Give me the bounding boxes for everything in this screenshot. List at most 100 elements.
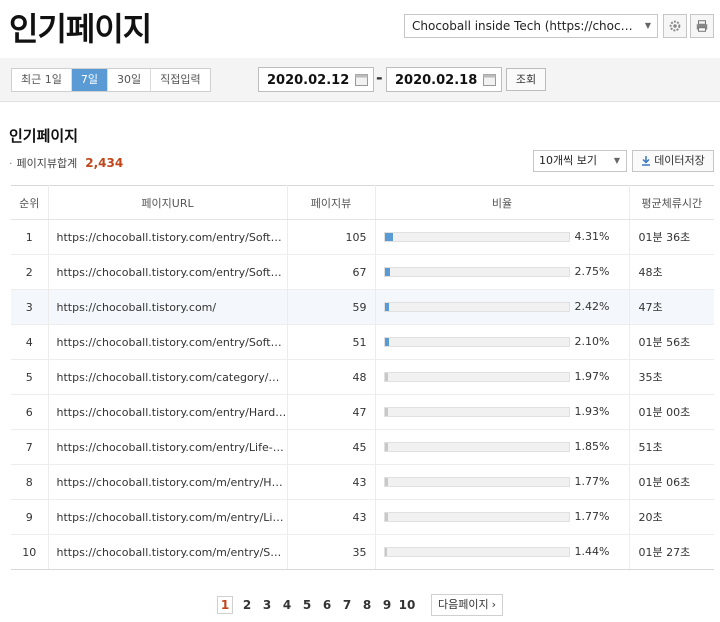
cell-url[interactable]: https://chocoball.tistory.com/m/entry/Ha… — [48, 464, 288, 500]
cell-url[interactable]: https://chocoball.tistory.com/entry/Hard… — [48, 394, 288, 430]
page-number-9[interactable]: 9 — [377, 598, 397, 612]
cell-ratio: 2.10% — [375, 324, 630, 360]
date-separator: - — [376, 68, 383, 87]
cell-avg-time: 47초 — [629, 289, 714, 325]
ratio-bar-wrap: 1.77% — [376, 500, 629, 534]
cell-views: 45 — [287, 429, 376, 465]
header: 인기페이지 Chocoball inside Tech (https://cho… — [0, 0, 720, 56]
print-button[interactable] — [690, 14, 714, 38]
cell-ratio: 1.44% — [375, 534, 630, 570]
ratio-bar-track — [383, 267, 570, 277]
cell-ratio: 1.77% — [375, 499, 630, 535]
next-page-button[interactable]: 다음페이지 › — [431, 594, 504, 616]
blog-select[interactable]: Chocoball inside Tech (https://chocoball… — [404, 14, 658, 38]
cell-ratio: 1.77% — [375, 464, 630, 500]
cell-ratio: 2.42% — [375, 289, 630, 325]
cell-views: 43 — [287, 499, 376, 535]
cell-rank: 8 — [11, 464, 49, 500]
ratio-text: 1.85% — [574, 440, 610, 453]
table-row[interactable]: 5 https://chocoball.tistory.com/category/… — [11, 359, 714, 395]
page-number-7[interactable]: 7 — [337, 598, 357, 612]
ratio-bar-wrap: 1.97% — [376, 360, 629, 394]
calendar-icon[interactable] — [355, 73, 368, 86]
cell-avg-time: 01분 56초 — [629, 324, 714, 360]
table-row[interactable]: 6 https://chocoball.tistory.com/entry/Har… — [11, 394, 714, 430]
ratio-bar-wrap: 1.77% — [376, 465, 629, 499]
cell-rank: 5 — [11, 359, 49, 395]
cell-views: 59 — [287, 289, 376, 325]
per-page-value: 10개씩 보기 — [539, 154, 597, 167]
period-tab-1[interactable]: 7일 — [71, 69, 108, 91]
pagination: 1 2 3 4 5 6 7 8 9 10 다음페이지 › — [217, 594, 504, 616]
table-row[interactable]: 9 https://chocoball.tistory.com/m/entry/L… — [11, 499, 714, 535]
cell-url[interactable]: https://chocoball.tistory.com/m/entry/Li… — [48, 499, 288, 535]
cell-rank: 1 — [11, 219, 49, 255]
total-label: 페이지뷰합계 — [16, 157, 78, 170]
cell-avg-time: 35초 — [629, 359, 714, 395]
section-title: 인기페이지 — [9, 127, 79, 145]
cell-url[interactable]: https://chocoball.tistory.com/entry/Soft… — [48, 219, 288, 255]
cell-ratio: 1.93% — [375, 394, 630, 430]
table-header-row: 순위 페이지URL 페이지뷰 비율 평균체류시간 — [11, 185, 714, 220]
table-row[interactable]: 3 https://chocoball.tistory.com/59 2.42% 47… — [11, 289, 714, 325]
ratio-bar-track — [383, 442, 570, 452]
page-number-6[interactable]: 6 — [317, 598, 337, 612]
blog-select-value: Chocoball inside Tech (https://chocoball… — [412, 19, 658, 33]
page-number-10[interactable]: 10 — [397, 598, 417, 612]
page-number-5[interactable]: 5 — [297, 598, 317, 612]
page-number-4[interactable]: 4 — [277, 598, 297, 612]
settings-button[interactable] — [663, 14, 687, 38]
ratio-bar-fill — [384, 513, 389, 521]
cell-ratio: 4.31% — [375, 219, 630, 255]
ratio-bar-wrap: 1.44% — [376, 535, 629, 569]
period-tab-3[interactable]: 직접입력 — [151, 69, 209, 91]
cell-url[interactable]: https://chocoball.tistory.com/ — [48, 289, 288, 325]
table-row[interactable]: 4 https://chocoball.tistory.com/entry/Sof… — [11, 324, 714, 360]
cell-avg-time: 01분 06초 — [629, 464, 714, 500]
ratio-bar-fill — [384, 478, 389, 486]
ratio-bar-track — [383, 547, 570, 557]
page-number-3[interactable]: 3 — [257, 598, 277, 612]
calendar-icon[interactable] — [483, 73, 496, 86]
table-row[interactable]: 7 https://chocoball.tistory.com/entry/Lif… — [11, 429, 714, 465]
ratio-text: 1.97% — [574, 370, 610, 383]
column-header-views: 페이지뷰 — [287, 185, 376, 220]
page-number-8[interactable]: 8 — [357, 598, 377, 612]
ratio-text: 2.75% — [574, 265, 610, 278]
cell-avg-time: 48초 — [629, 254, 714, 290]
period-tabs: 최근 1일 7일 30일 직접입력 — [11, 68, 211, 92]
start-date-field[interactable]: 2020.02.12 — [258, 67, 374, 92]
table-row[interactable]: 8 https://chocoball.tistory.com/m/entry/H… — [11, 464, 714, 500]
data-save-button[interactable]: 데이터저장 — [632, 150, 714, 172]
search-button[interactable]: 조회 — [506, 68, 546, 91]
end-date-field[interactable]: 2020.02.18 — [386, 67, 502, 92]
table-row[interactable]: 10 https://chocoball.tistory.com/m/entry/… — [11, 534, 714, 570]
table-body: 1 https://chocoball.tistory.com/entry/Sof… — [11, 219, 714, 570]
ratio-bar-track — [383, 512, 570, 522]
ratio-bar-track — [383, 407, 570, 417]
ratio-bar-wrap: 2.75% — [376, 255, 629, 289]
ratio-bar-fill — [384, 373, 389, 381]
cell-views: 47 — [287, 394, 376, 430]
end-date-value: 2020.02.18 — [395, 73, 478, 88]
period-tab-0[interactable]: 최근 1일 — [12, 69, 72, 91]
cell-rank: 4 — [11, 324, 49, 360]
ratio-bar-fill — [384, 443, 389, 451]
table-row[interactable]: 1 https://chocoball.tistory.com/entry/Sof… — [11, 219, 714, 255]
ratio-bar-fill — [384, 268, 390, 276]
cell-url[interactable]: https://chocoball.tistory.com/m/entry/So… — [48, 534, 288, 570]
cell-url[interactable]: https://chocoball.tistory.com/category/H… — [48, 359, 288, 395]
filter-bar: 최근 1일 7일 30일 직접입력 2020.02.12 - 2020.02.18 조… — [0, 58, 720, 102]
cell-url[interactable]: https://chocoball.tistory.com/entry/Soft… — [48, 324, 288, 360]
cell-avg-time: 20초 — [629, 499, 714, 535]
total-value: 2,434 — [85, 156, 124, 170]
per-page-select[interactable]: 10개씩 보기 ▼ — [533, 150, 627, 172]
table-row[interactable]: 2 https://chocoball.tistory.com/entry/Sof… — [11, 254, 714, 290]
printer-icon — [696, 20, 708, 32]
page-number-1[interactable]: 1 — [217, 596, 233, 614]
period-tab-2[interactable]: 30일 — [108, 69, 152, 91]
page-number-2[interactable]: 2 — [237, 598, 257, 612]
cell-url[interactable]: https://chocoball.tistory.com/entry/Life… — [48, 429, 288, 465]
cell-rank: 7 — [11, 429, 49, 465]
cell-url[interactable]: https://chocoball.tistory.com/entry/Soft… — [48, 254, 288, 290]
